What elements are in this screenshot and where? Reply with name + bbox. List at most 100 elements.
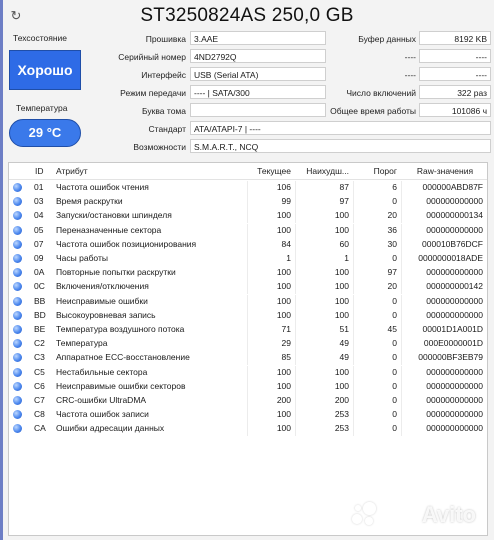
cell-threshold: 20 xyxy=(387,210,397,221)
column-divider xyxy=(401,181,402,195)
cell-id: 04 xyxy=(34,210,44,221)
table-row[interactable]: 0A Повторные попытки раскрутки 100 100 97 000… xyxy=(9,266,487,281)
cell-raw: 000000000000 xyxy=(426,423,483,434)
cell-current: 100 xyxy=(276,210,291,221)
table-row[interactable]: BB Неисправимые ошибки 100 100 0 000000000000 xyxy=(9,294,487,309)
cell-id: C5 xyxy=(34,366,45,377)
col-id[interactable]: ID xyxy=(35,166,44,176)
column-divider xyxy=(247,237,248,252)
window-edge xyxy=(0,0,3,540)
column-divider xyxy=(247,195,248,210)
cell-worst: 253 xyxy=(334,423,349,434)
power-on-hours-value: 101086 ч xyxy=(419,103,491,117)
cell-threshold: 0 xyxy=(392,423,397,434)
column-divider xyxy=(401,351,402,366)
table-row[interactable]: 07 Частота ошибок позиционирования 84 60 30 0… xyxy=(9,237,487,252)
table-row[interactable]: 05 Переназначенные сектора 100 100 36 0000000… xyxy=(9,223,487,238)
cell-raw: 000000000000 xyxy=(426,295,483,306)
cell-current: 100 xyxy=(276,366,291,377)
right-field-2: ---- xyxy=(419,49,491,63)
cell-raw: 0000000018ADE xyxy=(418,253,483,263)
cell-id: C6 xyxy=(34,380,45,391)
cell-attribute: Аппаратное ECC-восстановление xyxy=(56,352,190,363)
cell-attribute: Высокоуровневая запись xyxy=(56,309,156,320)
column-divider xyxy=(401,308,402,323)
interface-label: Интерфейс xyxy=(141,70,186,80)
status-dot-icon xyxy=(13,282,22,292)
table-row[interactable]: CA Ошибки адресации данных 100 253 0 00000000… xyxy=(9,422,487,437)
table-row[interactable]: C8 Частота ошибок записи 100 253 0 0000000000… xyxy=(9,408,487,423)
cell-id: C8 xyxy=(34,409,45,420)
column-divider xyxy=(295,181,296,195)
status-dot-icon xyxy=(13,424,22,434)
column-divider xyxy=(401,379,402,394)
column-divider xyxy=(295,237,296,252)
table-row[interactable]: BE Температура воздушного потока 71 51 45 000… xyxy=(9,323,487,337)
col-worst[interactable]: Наихудш... xyxy=(299,166,349,176)
column-divider xyxy=(247,379,248,394)
cell-id: 05 xyxy=(34,224,44,235)
health-status-button[interactable]: Хорошо xyxy=(9,50,81,90)
table-row[interactable]: C5 Нестабильные сектора 100 100 0 00000000000… xyxy=(9,365,487,380)
column-divider xyxy=(353,266,354,281)
status-dot-icon xyxy=(13,268,22,278)
cell-attribute: Нестабильные сектора xyxy=(56,366,148,377)
cell-threshold: 0 xyxy=(392,352,397,363)
cell-attribute: Неисправимые ошибки xyxy=(56,295,148,306)
right-field-3: ---- xyxy=(419,67,491,81)
column-divider xyxy=(353,181,354,195)
cell-raw: 000000000000 xyxy=(426,196,483,207)
status-dot-icon xyxy=(13,183,22,192)
cell-raw: 000E0000001D xyxy=(423,338,483,349)
table-row[interactable]: 04 Запуски/остановки шпинделя 100 100 20 0000… xyxy=(9,209,487,224)
cell-worst: 100 xyxy=(334,224,349,235)
cell-current: 106 xyxy=(276,182,291,192)
table-row[interactable]: 09 Часы работы 1 1 0 0000000018ADE xyxy=(9,252,487,266)
cell-current: 100 xyxy=(276,224,291,235)
table-row[interactable]: C3 Аппаратное ECC-восстановление 85 49 0 0000… xyxy=(9,351,487,366)
cell-raw: 000000000000 xyxy=(426,267,483,278)
cell-threshold: 0 xyxy=(392,295,397,306)
column-divider xyxy=(353,195,354,210)
col-threshold[interactable]: Порог xyxy=(359,166,397,176)
cell-worst: 49 xyxy=(339,338,349,349)
table-row[interactable]: BD Высокоуровневая запись 100 100 0 000000000… xyxy=(9,308,487,323)
col-raw[interactable]: Raw-значения xyxy=(409,166,481,176)
cell-current: 100 xyxy=(276,309,291,320)
cell-attribute: Температура воздушного потока xyxy=(56,324,185,334)
col-attribute[interactable]: Атрибут xyxy=(56,166,88,176)
table-row[interactable]: 0C Включения/отключения 100 100 20 0000000001… xyxy=(9,280,487,295)
cell-current: 100 xyxy=(276,409,291,420)
column-divider xyxy=(247,223,248,238)
cell-threshold: 0 xyxy=(392,366,397,377)
cell-threshold: 36 xyxy=(387,224,397,235)
temperature-badge[interactable]: 29 °C xyxy=(9,119,81,147)
table-row[interactable]: 03 Время раскрутки 99 97 0 000000000000 xyxy=(9,195,487,210)
column-divider xyxy=(353,394,354,408)
cell-current: 29 xyxy=(281,338,291,349)
table-row[interactable]: C2 Температура 29 49 0 000E0000001D xyxy=(9,337,487,352)
column-divider xyxy=(401,365,402,380)
table-row[interactable]: 01 Частота ошибок чтения 106 87 6 000000ABD87… xyxy=(9,181,487,195)
features-label: Возможности xyxy=(133,142,186,152)
status-dot-icon xyxy=(13,410,22,420)
column-divider xyxy=(247,209,248,224)
cell-id: 09 xyxy=(34,253,44,263)
table-row[interactable]: C7 CRC-ошибки UltraDMA 200 200 0 000000000000 xyxy=(9,394,487,408)
cell-raw: 000000BF3EB79 xyxy=(418,352,483,363)
status-dot-icon xyxy=(13,239,22,249)
cell-threshold: 0 xyxy=(392,409,397,420)
column-divider xyxy=(247,181,248,195)
col-current[interactable]: Текущее xyxy=(249,166,291,176)
table-row[interactable]: C6 Неисправимые ошибки секторов 100 100 0 000… xyxy=(9,379,487,394)
column-divider xyxy=(401,237,402,252)
cell-worst: 100 xyxy=(334,267,349,278)
cell-worst: 100 xyxy=(334,380,349,391)
cell-threshold: 0 xyxy=(392,253,397,263)
cell-raw: 000000000000 xyxy=(426,224,483,235)
cell-id: 0C xyxy=(34,281,45,292)
cell-attribute: Неисправимые ошибки секторов xyxy=(56,380,186,391)
column-divider xyxy=(353,223,354,238)
smart-attributes-table[interactable]: ID Атрибут Текущее Наихудш... Порог Raw-… xyxy=(8,162,488,536)
column-divider xyxy=(295,351,296,366)
